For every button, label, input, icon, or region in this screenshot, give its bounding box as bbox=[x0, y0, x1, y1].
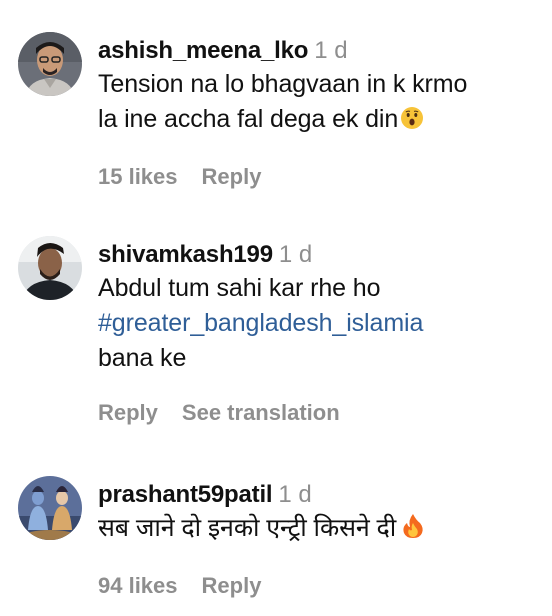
comment-text-line-with-emoji: la ine accha fal dega ek din bbox=[98, 102, 540, 140]
comment-actions: 94 likes Reply bbox=[98, 572, 540, 600]
comment-text: सब जाने दो इनको एन्ट्री किसने दी bbox=[98, 511, 540, 549]
username[interactable]: ashish_meena_lko bbox=[98, 37, 308, 64]
reply-button[interactable]: Reply bbox=[202, 573, 262, 598]
comment-header: prashant59patil 1 d bbox=[98, 480, 540, 510]
avatar[interactable] bbox=[18, 236, 82, 300]
comment-actions: Reply See translation bbox=[98, 399, 540, 427]
timestamp: 1 d bbox=[278, 241, 313, 268]
comment-text: Tension na lo bhagvaan in k krmo la ine … bbox=[98, 67, 540, 140]
timestamp: 1 d bbox=[314, 37, 348, 64]
fire-icon bbox=[402, 513, 424, 549]
astonished-face-icon bbox=[400, 105, 424, 140]
avatar[interactable] bbox=[18, 476, 82, 540]
reply-button[interactable]: Reply bbox=[202, 164, 262, 189]
username[interactable]: shivamkash199 bbox=[98, 241, 273, 268]
avatar-image bbox=[18, 32, 82, 96]
comment-text: Abdul tum sahi kar rhe ho #greater_bangl… bbox=[98, 271, 540, 376]
avatar-image bbox=[18, 236, 82, 300]
avatar[interactable] bbox=[18, 32, 82, 96]
likes-count[interactable]: 94 likes bbox=[98, 573, 178, 598]
comment-text-line: Abdul tum sahi kar rhe ho bbox=[98, 274, 381, 302]
see-translation-button[interactable]: See translation bbox=[182, 400, 340, 425]
username[interactable]: prashant59patil bbox=[98, 481, 273, 508]
likes-count[interactable]: 15 likes bbox=[98, 164, 178, 189]
comment-header: shivamkash199 1 d bbox=[98, 240, 540, 270]
timestamp: 1 d bbox=[278, 481, 312, 508]
avatar-image bbox=[18, 476, 82, 540]
comment-text-line: सब जाने दो इनको एन्ट्री किसने दी bbox=[98, 514, 397, 542]
hashtag-link[interactable]: #greater_bangladesh_islamia bbox=[98, 306, 540, 341]
comment-header: ashish_meena_lko 1 d bbox=[98, 36, 540, 66]
comment-text-line: Tension na lo bhagvaan in k krmo bbox=[98, 70, 468, 98]
comment-actions: 15 likes Reply bbox=[98, 163, 540, 191]
comment-text-line: la ine accha fal dega ek din bbox=[98, 105, 399, 133]
reply-button[interactable]: Reply bbox=[98, 400, 158, 425]
comment-text-line: bana ke bbox=[98, 344, 187, 372]
